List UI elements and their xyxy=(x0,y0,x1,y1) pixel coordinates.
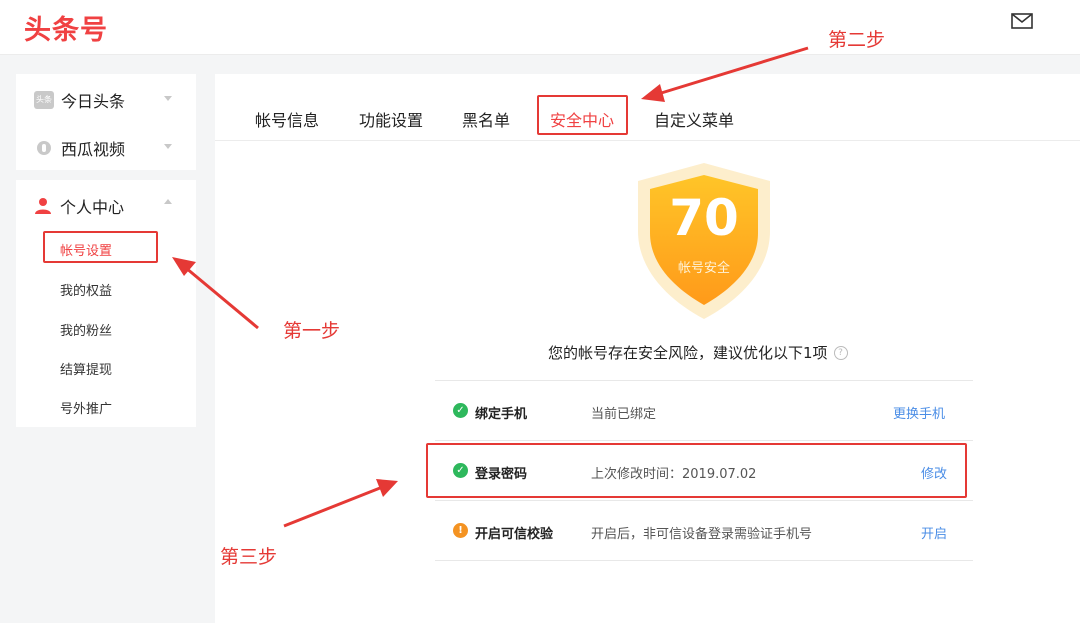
annotation-step1: 第一步 xyxy=(283,320,341,342)
annotation-step3: 第三步 xyxy=(220,546,278,568)
annotation-step2: 第二步 xyxy=(828,29,886,51)
annotation-arrows xyxy=(172,46,809,528)
